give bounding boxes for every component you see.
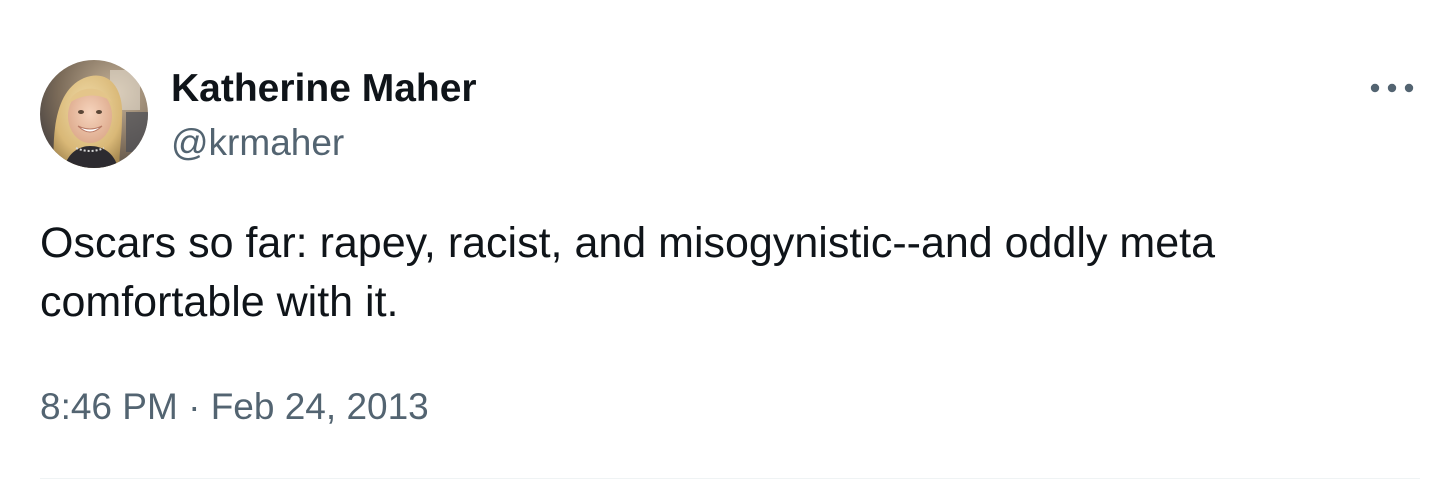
tweet-timestamp[interactable]: 8:46 PM · Feb 24, 2013	[40, 385, 429, 429]
tweet-time[interactable]: 8:46 PM	[40, 386, 178, 427]
avatar[interactable]	[40, 60, 148, 168]
user-handle[interactable]: @krmaher	[171, 121, 344, 165]
ellipsis-icon	[1370, 83, 1414, 93]
divider	[40, 478, 1420, 479]
tweet-date[interactable]: Feb 24, 2013	[211, 386, 429, 427]
tweet-card: Katherine Maher @krmaher Oscars so far: …	[0, 0, 1456, 501]
meta-separator: ·	[188, 386, 201, 427]
display-name[interactable]: Katherine Maher	[171, 66, 477, 112]
more-options-button[interactable]	[1364, 70, 1420, 106]
profile-photo-icon	[40, 60, 148, 168]
tweet-text: Oscars so far: rapey, racist, and misogy…	[40, 219, 1215, 326]
